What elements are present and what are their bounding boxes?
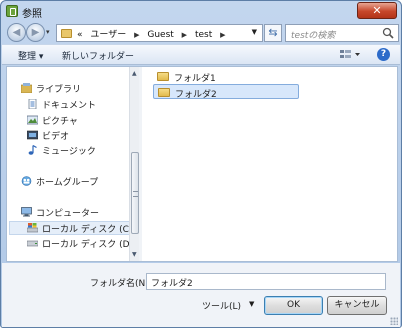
- breadcrumb-overflow[interactable]: «: [77, 30, 83, 40]
- back-arrow-icon[interactable]: ◀: [7, 23, 26, 42]
- chevron-right-icon[interactable]: ▶: [134, 31, 139, 39]
- library-icon: [21, 83, 32, 93]
- dialog-footer: フォルダ名(N): フォルダ2 ツール(L) ▼ OK キャンセル: [2, 263, 400, 327]
- forward-arrow-icon[interactable]: ▶: [26, 23, 45, 42]
- resize-grip-icon[interactable]: [390, 317, 398, 325]
- window-title: 参照: [22, 9, 42, 20]
- cancel-button[interactable]: キャンセル: [327, 296, 387, 315]
- file-list: フォルダ1 フォルダ2: [143, 67, 397, 261]
- navigation-pane: ライブラリ ドキュメント ピクチャ ビデオ ミュージック ホームグループ コンピ…: [7, 67, 139, 261]
- help-icon[interactable]: ?: [377, 48, 390, 61]
- video-icon: [27, 130, 38, 140]
- breadcrumb-test[interactable]: test: [195, 30, 212, 40]
- document-icon: [28, 99, 37, 109]
- pane-splitter[interactable]: [139, 67, 142, 261]
- scroll-down-icon[interactable]: ▼: [132, 251, 137, 258]
- new-folder-button[interactable]: 新しいフォルダー: [62, 49, 134, 62]
- refresh-icon[interactable]: ⇆: [264, 24, 282, 42]
- drive-icon: [27, 240, 38, 247]
- browse-dialog: 参照 ✕ ◀ ▶ ▾ « ユーザー ▶ Guest ▶ test ▶ ▼ ⇆ t…: [0, 0, 402, 328]
- navigation-scrollbar[interactable]: ▲ ▼: [129, 67, 139, 261]
- search-box[interactable]: testの検索: [285, 24, 399, 42]
- tools-dropdown-icon[interactable]: ▼: [249, 300, 254, 308]
- chevron-right-icon[interactable]: ▶: [220, 31, 225, 39]
- address-bar[interactable]: « ユーザー ▶ Guest ▶ test ▶ ▼: [56, 24, 263, 42]
- scrollbar-thumb[interactable]: [131, 152, 139, 234]
- homegroup-icon: [21, 176, 32, 186]
- scroll-up-icon[interactable]: ▲: [132, 70, 137, 77]
- folder-icon: [157, 72, 169, 81]
- breadcrumb-users[interactable]: ユーザー: [90, 30, 126, 40]
- breadcrumb: « ユーザー ▶ Guest ▶ test ▶: [77, 27, 231, 40]
- app-icon: [6, 5, 18, 17]
- list-item-folder-2[interactable]: フォルダ2: [153, 84, 299, 100]
- address-row: ◀ ▶ ▾ « ユーザー ▶ Guest ▶ test ▶ ▼ ⇆ testの検…: [5, 22, 399, 44]
- address-dropdown-icon[interactable]: ▼: [252, 28, 257, 36]
- music-icon: [28, 145, 37, 155]
- breadcrumb-guest[interactable]: Guest: [147, 30, 173, 40]
- tools-menu[interactable]: ツール(L): [202, 299, 241, 312]
- folder-name-field[interactable]: フォルダ2: [146, 273, 386, 290]
- system-drive-icon: [27, 223, 38, 233]
- folder-icon: [61, 29, 72, 38]
- chevron-right-icon[interactable]: ▶: [182, 31, 187, 39]
- view-options-icon[interactable]: [339, 48, 361, 62]
- close-button[interactable]: ✕: [357, 2, 397, 19]
- organize-menu[interactable]: 整理 ▾: [18, 49, 43, 62]
- recent-pages-dropdown-icon[interactable]: ▾: [46, 27, 54, 37]
- picture-icon: [27, 115, 38, 125]
- ok-button[interactable]: OK: [264, 296, 323, 315]
- folder-icon: [158, 88, 170, 97]
- search-input[interactable]: testの検索: [291, 28, 335, 41]
- title-bar: 参照 ✕: [1, 1, 401, 21]
- search-icon[interactable]: [382, 27, 394, 39]
- computer-icon: [21, 207, 32, 217]
- folder-name-label: フォルダ名(N):: [90, 279, 152, 289]
- command-bar: 整理 ▾ 新しいフォルダー ?: [2, 44, 400, 65]
- content-area: ライブラリ ドキュメント ピクチャ ビデオ ミュージック ホームグループ コンピ…: [6, 66, 398, 262]
- grip-icon: [133, 191, 138, 197]
